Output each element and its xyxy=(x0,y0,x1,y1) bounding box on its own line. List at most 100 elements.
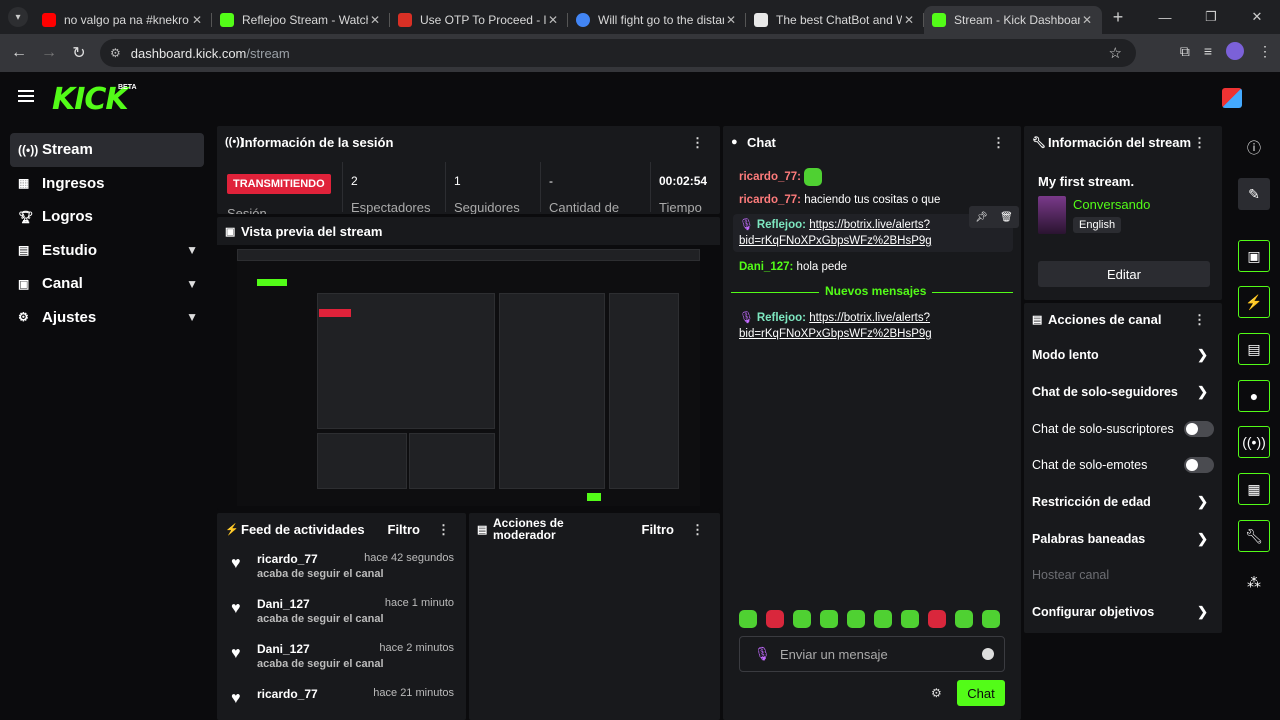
moderator-icon[interactable]: ▦ xyxy=(1238,473,1270,505)
emotes-only-toggle[interactable] xyxy=(1184,457,1214,474)
more-options-icon[interactable]: ⋮ xyxy=(691,135,704,151)
sidebar-item-ajustes[interactable]: ⚙ Ajustes ▼ xyxy=(10,301,204,335)
broadcast-icon[interactable]: ((•)) xyxy=(1238,426,1270,458)
url-input[interactable]: ⚙ dashboard.kick.com/stream ☆ xyxy=(100,39,1136,67)
profile-avatar[interactable] xyxy=(1226,42,1244,60)
more-options-icon[interactable]: ⋮ xyxy=(437,522,450,538)
maximize-icon[interactable]: ❐ xyxy=(1188,0,1234,34)
host-channel-item: Hostear canal xyxy=(1032,568,1110,583)
slow-mode-item[interactable]: Modo lento ❯ xyxy=(1024,337,1222,374)
close-icon[interactable]: ✕ xyxy=(546,13,560,27)
emote-icon[interactable] xyxy=(766,610,784,628)
sidebar-item-ingresos[interactable]: ▦ Ingresos xyxy=(10,167,204,201)
youtube-icon xyxy=(42,13,56,27)
pin-icon[interactable]: 📌︎ xyxy=(975,212,988,223)
hamburger-menu-icon[interactable] xyxy=(18,90,34,102)
age-restriction-item[interactable]: Restricción de edad ❯ xyxy=(1024,484,1222,521)
edit-pencil-icon[interactable]: ✎ xyxy=(1238,178,1270,210)
stream-category[interactable]: Conversando xyxy=(1073,197,1150,212)
emote-icon[interactable] xyxy=(820,610,838,628)
lightning-icon[interactable]: ⚡ xyxy=(1238,286,1270,318)
emote-icon[interactable] xyxy=(847,610,865,628)
chat-icon[interactable]: ● xyxy=(1238,380,1270,412)
list-item: ♥ Dani_127 acaba de seguir el canal hace 1 … xyxy=(231,597,454,625)
more-options-icon[interactable]: ⋮ xyxy=(1193,135,1206,151)
site-info-icon[interactable]: ⚙ xyxy=(110,46,121,60)
sidebar-item-canal[interactable]: ▣ Canal ▼ xyxy=(10,267,204,301)
media-icon[interactable]: ≡ xyxy=(1204,43,1212,59)
emote-icon[interactable] xyxy=(874,610,892,628)
browser-tab[interactable]: Use OTP To Proceed - love✕ xyxy=(390,6,568,34)
browser-tab-active[interactable]: Stream - Kick Dashboard ✕ xyxy=(924,6,1102,34)
lightning-icon: ⚡ xyxy=(225,523,239,536)
set-goals-item[interactable]: Configurar objetivos ❯ xyxy=(1024,594,1222,631)
tab-search-icon[interactable]: ▾ xyxy=(8,7,28,27)
more-options-icon[interactable]: ⋮ xyxy=(691,522,704,538)
new-tab-icon[interactable]: + xyxy=(1106,7,1130,28)
close-icon[interactable]: ✕ xyxy=(1080,13,1094,27)
category-thumbnail[interactable] xyxy=(1038,196,1066,234)
preview-icon[interactable]: ▣ xyxy=(1238,240,1270,272)
stream-preview-video[interactable] xyxy=(237,249,700,506)
emoji-icon[interactable] xyxy=(982,648,994,660)
sidebar-item-logros[interactable]: 🏆︎ Logros xyxy=(10,200,204,234)
trash-icon[interactable]: 🗑︎ xyxy=(1000,212,1013,223)
user-avatar[interactable] xyxy=(1222,88,1242,108)
browser-menu-icon[interactable]: ⋮ xyxy=(1258,43,1272,60)
browser-tab[interactable]: The best ChatBot and Wid✕ xyxy=(746,6,924,34)
back-icon[interactable]: ← xyxy=(4,44,34,62)
bookmark-star-icon[interactable]: ☆ xyxy=(1109,44,1122,62)
heart-icon: ♥ xyxy=(231,690,241,707)
sidebar-item-stream[interactable]: ((•)) Stream xyxy=(10,133,204,167)
browser-tab[interactable]: Reflejoo Stream - Watch Li✕ xyxy=(212,6,390,34)
preview-icon: ▣ xyxy=(225,225,236,238)
close-icon[interactable]: ✕ xyxy=(190,13,204,27)
chat-settings-icon[interactable]: ⚙ xyxy=(931,686,942,700)
reload-icon[interactable]: ↻ xyxy=(64,43,94,63)
stream-status: TRANSMITIENDO Sesión xyxy=(217,162,342,214)
close-icon[interactable]: ✕ xyxy=(902,13,916,27)
forward-icon[interactable]: → xyxy=(34,44,64,62)
sidebar-item-estudio[interactable]: ▤ Estudio ▼ xyxy=(10,234,204,268)
edit-button[interactable]: Editar xyxy=(1038,261,1210,287)
mod-filter-button[interactable]: Filtro xyxy=(642,522,675,537)
wrench-icon[interactable]: 🔧︎ xyxy=(1238,520,1270,552)
emote-icon[interactable] xyxy=(955,610,973,628)
emote-icon[interactable] xyxy=(793,610,811,628)
microphone-icon: 🎙︎ xyxy=(754,646,771,661)
subscribers-only-toggle[interactable] xyxy=(1184,420,1214,437)
chevron-right-icon: ❯ xyxy=(1197,494,1208,510)
banned-words-item[interactable]: Palabras baneadas ❯ xyxy=(1024,520,1222,557)
send-chat-button[interactable]: Chat xyxy=(957,680,1005,706)
document-icon[interactable]: ▤ xyxy=(1238,333,1270,365)
browser-tab[interactable]: no valgo pa na #knekro #s✕ xyxy=(34,6,212,34)
more-options-icon[interactable]: ⋮ xyxy=(1193,312,1206,328)
kick-icon xyxy=(220,13,234,27)
window-close-icon[interactable]: ✕ xyxy=(1234,0,1280,34)
followers-only-item[interactable]: Chat de solo-seguidores ❯ xyxy=(1024,374,1222,411)
emote-icon[interactable] xyxy=(739,610,757,628)
kick-logo[interactable]: KICK xyxy=(52,82,129,117)
emote-icon[interactable] xyxy=(928,610,946,628)
preview-logo xyxy=(257,279,287,286)
preview-chat xyxy=(499,293,605,489)
extensions-icon[interactable]: ⧉ xyxy=(1180,43,1190,60)
chevron-right-icon: ❯ xyxy=(1197,530,1208,546)
kick-header: KICK BETA xyxy=(0,72,1280,126)
viewers-stat: 2 Espectadores xyxy=(342,162,445,214)
sidebar: ((•)) Stream ▦ Ingresos 🏆︎ Logros ▤ Estudio ▼… xyxy=(0,126,214,720)
chevron-down-icon: ▼ xyxy=(186,310,198,325)
close-icon[interactable]: ✕ xyxy=(368,13,382,27)
minimize-icon[interactable]: — xyxy=(1142,0,1188,34)
info-icon[interactable]: ⓘ xyxy=(1238,132,1270,164)
layout-icon[interactable]: ⁂ xyxy=(1238,566,1270,598)
preview-chat-button xyxy=(587,493,601,501)
emote-icon[interactable] xyxy=(901,610,919,628)
browser-tab[interactable]: Will fight go to the distanc ✕ xyxy=(568,6,746,34)
feed-filter-button[interactable]: Filtro xyxy=(388,522,421,537)
emote-icon[interactable] xyxy=(982,610,1000,628)
chat-message-input[interactable]: 🎙︎ Enviar un mensaje xyxy=(739,636,1005,672)
studio-icon: ▤ xyxy=(18,243,30,258)
close-icon[interactable]: ✕ xyxy=(724,13,738,27)
more-options-icon[interactable]: ⋮ xyxy=(992,135,1005,151)
